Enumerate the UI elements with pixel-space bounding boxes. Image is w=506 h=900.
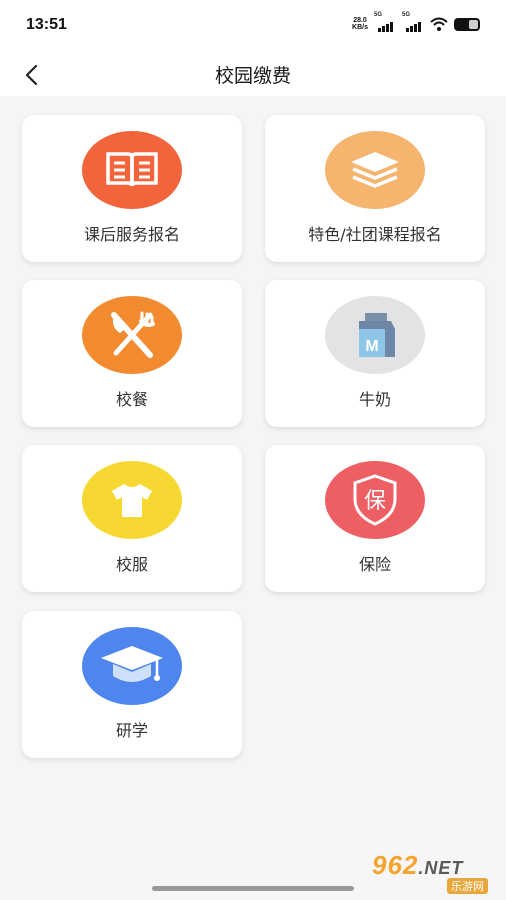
icon-badge [325,131,425,209]
icon-badge: M [325,296,425,374]
icon-badge [82,627,182,705]
tile-school-meal[interactable]: 校餐 [22,280,242,427]
tile-label: 特色/社团课程报名 [308,225,442,244]
status-bar: 13:51 28.0 KB/s 5G 5G [0,0,506,52]
tile-label: 校服 [115,555,148,574]
tile-label: 研学 [115,721,148,740]
page-title: 校园缴费 [214,65,291,87]
net-speed-value: 28.0 [353,17,367,24]
svg-text:M: M [365,338,378,355]
home-indicator[interactable] [152,886,354,891]
tile-after-school-service[interactable]: 课后服务报名 [22,115,242,262]
tile-label: 牛奶 [358,390,391,409]
tile-club-course[interactable]: 特色/社团课程报名 [265,115,485,262]
svg-text:保: 保 [364,489,386,514]
layers-icon [351,152,399,188]
tile-label: 保险 [358,555,391,574]
net-speed-unit: KB/s [352,24,368,31]
signal-label: 5G [374,12,383,18]
payment-grid: 课后服务报名 特色/社团课程报名 校餐 M 牛奶 校服 保 保险 研学 [0,96,506,776]
signal-label: 5G [402,12,411,18]
watermark-logo: 962.NET 乐游网 [366,850,498,894]
shield-icon: 保 [353,474,397,526]
knife-fork-icon [111,311,155,358]
net-speed: 28.0 KB/s [352,17,368,31]
tshirt-icon [112,484,152,517]
icon-badge [82,131,182,209]
tile-label: 校餐 [115,390,148,409]
nav-bar: 校园缴费 [0,52,506,96]
status-time: 13:51 [26,16,67,33]
graduation-cap-icon [101,646,163,682]
book-icon [106,152,158,187]
watermark-sub: 乐游网 [447,878,488,894]
tile-milk[interactable]: M 牛奶 [265,280,485,427]
icon-badge [82,461,182,539]
milk-carton-icon: M [359,313,395,357]
signal-icon: 5G [374,12,396,32]
tile-insurance[interactable]: 保 保险 [265,445,485,592]
tile-label: 课后服务报名 [83,225,180,244]
status-icons: 28.0 KB/s 5G 5G [352,12,480,32]
signal-icon: 5G [402,12,424,32]
icon-badge [82,296,182,374]
tile-uniform[interactable]: 校服 [22,445,242,592]
tile-study-tour[interactable]: 研学 [22,611,242,758]
icon-badge: 保 [325,461,425,539]
battery-icon [454,17,480,31]
wifi-icon [430,17,448,31]
watermark-brand: 962.NET [372,850,464,880]
